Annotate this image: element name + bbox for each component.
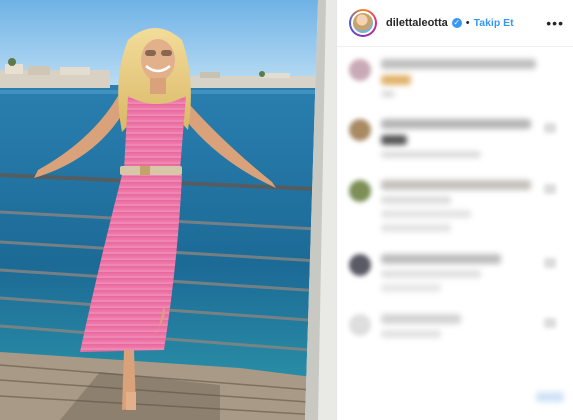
comment-body — [381, 119, 564, 164]
blurred-comment-text — [381, 254, 501, 264]
post-side-panel: dilettaleotta ✓ • Takip Et ••• — [336, 0, 573, 420]
blurred-comment-meta — [381, 91, 395, 97]
profile-photo — [351, 11, 375, 35]
follow-button[interactable]: Takip Et — [474, 17, 514, 29]
comment-body — [381, 314, 564, 344]
blurred-comment-meta — [381, 151, 481, 158]
like-icon[interactable] — [544, 123, 556, 133]
post-photo[interactable] — [0, 0, 336, 420]
blurred-comment-meta — [381, 270, 481, 278]
list-item — [349, 180, 564, 238]
avatar[interactable] — [349, 180, 371, 202]
blurred-comment-meta — [381, 330, 441, 338]
blurred-comment-text — [381, 59, 536, 69]
blurred-comment-text — [381, 135, 407, 145]
instagram-post: dilettaleotta ✓ • Takip Et ••• — [0, 0, 573, 420]
blurred-comment-text — [381, 314, 461, 324]
list-item — [349, 314, 564, 344]
comment-body — [381, 59, 564, 103]
list-item — [349, 119, 564, 164]
list-item — [349, 254, 564, 298]
verified-badge-icon: ✓ — [451, 18, 462, 28]
comment-body — [381, 254, 564, 298]
avatar[interactable] — [349, 59, 371, 81]
blurred-comment-meta — [381, 224, 451, 232]
blurred-comment-text — [381, 75, 411, 85]
like-icon[interactable] — [544, 318, 556, 328]
like-icon[interactable] — [544, 258, 556, 268]
avatar[interactable] — [349, 254, 371, 276]
blurred-post-button[interactable] — [536, 392, 564, 402]
beach-photo-illustration — [0, 0, 336, 420]
post-header: dilettaleotta ✓ • Takip Et ••• — [337, 0, 573, 47]
blurred-comment-meta — [381, 196, 451, 204]
avatar[interactable] — [349, 9, 377, 37]
more-options-icon[interactable]: ••• — [546, 15, 564, 31]
blurred-comment-meta — [381, 210, 471, 218]
avatar[interactable] — [349, 119, 371, 141]
avatar[interactable] — [349, 314, 371, 336]
blurred-comment-text — [381, 119, 531, 129]
username[interactable]: dilettaleotta — [386, 17, 448, 29]
comment-body — [381, 180, 564, 238]
blurred-comment-meta — [381, 284, 441, 292]
separator: • — [465, 17, 470, 29]
comments-list — [337, 47, 573, 344]
like-icon[interactable] — [544, 184, 556, 194]
blurred-comment-text — [381, 180, 531, 190]
list-item — [349, 59, 564, 103]
